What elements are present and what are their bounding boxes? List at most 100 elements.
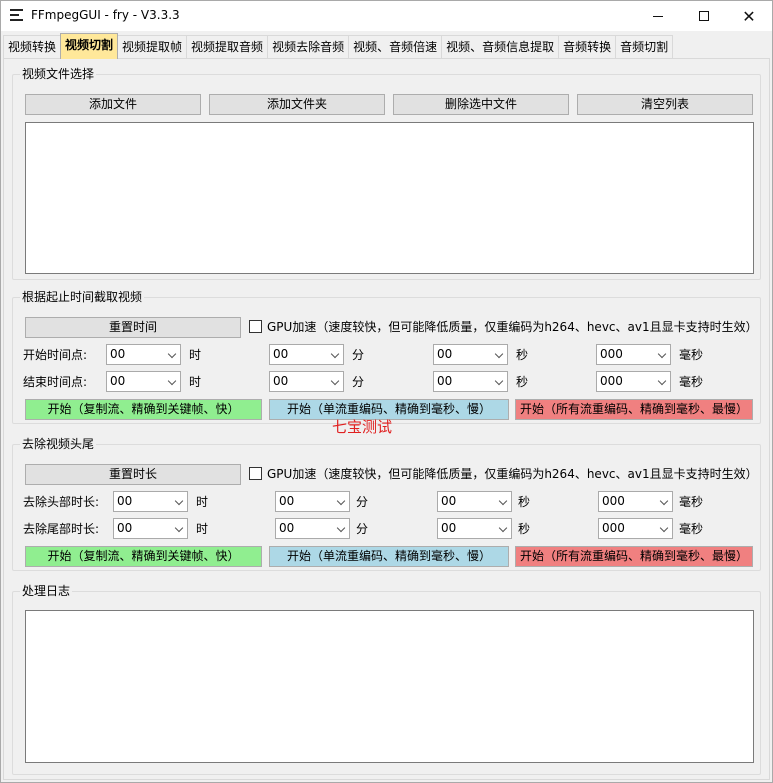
ms-unit-label: 毫秒 — [679, 522, 704, 536]
minute-unit-label: 分 — [356, 522, 369, 536]
chevron-down-icon — [498, 496, 508, 506]
minute-unit-label: 分 — [356, 495, 369, 509]
minute-unit-label: 分 — [352, 348, 365, 362]
watermark-text: 七宝测试 — [332, 418, 393, 436]
end-minute-select[interactable]: 00 — [269, 371, 344, 392]
head-ms-select[interactable]: 000 — [598, 491, 673, 512]
tab-audio-convert[interactable]: 音频转换 — [558, 35, 617, 59]
ms-unit-label: 毫秒 — [679, 495, 704, 509]
chevron-down-icon — [167, 349, 177, 359]
gpu-accel-checkbox[interactable] — [249, 467, 262, 480]
tail-ms-select[interactable]: 000 — [598, 518, 673, 539]
log-group-title: 处理日志 — [20, 583, 73, 599]
trim-start-single-reencode-button[interactable]: 开始（单流重编码、精确到毫秒、慢） — [269, 546, 509, 567]
tab-extract-audio[interactable]: 视频提取音频 — [186, 35, 269, 59]
chevron-down-icon — [336, 523, 346, 533]
head-trim-label: 去除头部时长: — [23, 495, 100, 509]
tab-video-cut[interactable]: 视频切割 — [60, 33, 119, 59]
tail-minute-select[interactable]: 00 — [275, 518, 350, 539]
tab-remove-audio[interactable]: 视频去除音频 — [267, 35, 350, 59]
trim-group-title: 去除视频头尾 — [20, 436, 97, 452]
add-file-button[interactable]: 添加文件 — [25, 94, 201, 115]
end-ms-select[interactable]: 000 — [596, 371, 671, 392]
end-second-select[interactable]: 00 — [433, 371, 508, 392]
chevron-down-icon — [657, 349, 667, 359]
gpu-accel-label: GPU加速（速度较快，但可能降低质量，仅重编码为h264、hevc、av1且显卡… — [267, 320, 758, 334]
hour-unit-label: 时 — [189, 375, 202, 389]
cut-group-title: 根据起止时间截取视频 — [20, 289, 145, 305]
maximize-icon — [699, 11, 709, 21]
second-unit-label: 秒 — [518, 495, 531, 509]
trim-start-copy-button[interactable]: 开始（复制流、精确到关键帧、快） — [25, 546, 262, 567]
second-unit-label: 秒 — [516, 375, 529, 389]
tab-page-video-cut: 视频文件选择 添加文件 添加文件夹 删除选中文件 清空列表 根据起止时间截取视频… — [3, 58, 770, 780]
chevron-down-icon — [330, 376, 340, 386]
cut-start-copy-button[interactable]: 开始（复制流、精确到关键帧、快） — [25, 399, 262, 420]
head-hour-select[interactable]: 00 — [113, 491, 188, 512]
minimize-button[interactable] — [635, 1, 681, 31]
gpu-accel-label: GPU加速（速度较快，但可能降低质量，仅重编码为h264、hevc、av1且显卡… — [267, 467, 758, 481]
trim-start-all-reencode-button[interactable]: 开始（所有流重编码、精确到毫秒、最慢） — [515, 546, 753, 567]
chevron-down-icon — [174, 523, 184, 533]
end-time-label: 结束时间点: — [23, 375, 88, 389]
chevron-down-icon — [494, 349, 504, 359]
reset-time-button[interactable]: 重置时间 — [25, 317, 241, 338]
chevron-down-icon — [174, 496, 184, 506]
clear-list-button[interactable]: 清空列表 — [577, 94, 753, 115]
maximize-button[interactable] — [681, 1, 727, 31]
trim-head-tail-group: 去除视频头尾 重置时长 GPU加速（速度较快，但可能降低质量，仅重编码为h264… — [12, 436, 761, 571]
tail-trim-label: 去除尾部时长: — [23, 522, 100, 536]
tail-hour-select[interactable]: 00 — [113, 518, 188, 539]
close-button[interactable]: ✕ — [726, 1, 772, 31]
ms-unit-label: 毫秒 — [679, 375, 704, 389]
hour-unit-label: 时 — [189, 348, 202, 362]
tab-audio-cut[interactable]: 音频切割 — [615, 35, 674, 59]
minimize-icon — [653, 15, 663, 17]
chevron-down-icon — [336, 496, 346, 506]
head-second-select[interactable]: 00 — [437, 491, 512, 512]
cut-start-single-reencode-button[interactable]: 开始（单流重编码、精确到毫秒、慢） — [269, 399, 509, 420]
reset-duration-button[interactable]: 重置时长 — [25, 464, 241, 485]
cut-start-all-reencode-button[interactable]: 开始（所有流重编码、精确到毫秒、最慢） — [515, 399, 753, 420]
chevron-down-icon — [494, 376, 504, 386]
chevron-down-icon — [659, 523, 669, 533]
chevron-down-icon — [167, 376, 177, 386]
head-minute-select[interactable]: 00 — [275, 491, 350, 512]
close-icon: ✕ — [742, 6, 756, 26]
process-log-textarea[interactable] — [25, 610, 754, 763]
start-time-label: 开始时间点: — [23, 348, 88, 362]
file-list[interactable] — [25, 122, 754, 274]
chevron-down-icon — [659, 496, 669, 506]
window-title: FFmpegGUI - fry - V3.3.3 — [31, 8, 180, 22]
title-bar: FFmpegGUI - fry - V3.3.3 ✕ — [1, 1, 772, 31]
tail-second-select[interactable]: 00 — [437, 518, 512, 539]
tab-speed[interactable]: 视频、音频倍速 — [348, 35, 443, 59]
cut-by-time-group: 根据起止时间截取视频 重置时间 GPU加速（速度较快，但可能降低质量，仅重编码为… — [12, 289, 761, 424]
hour-unit-label: 时 — [196, 495, 209, 509]
add-folder-button[interactable]: 添加文件夹 — [209, 94, 385, 115]
chevron-down-icon — [657, 376, 667, 386]
chevron-down-icon — [330, 349, 340, 359]
start-ms-select[interactable]: 000 — [596, 344, 671, 365]
second-unit-label: 秒 — [518, 522, 531, 536]
file-select-group: 视频文件选择 添加文件 添加文件夹 删除选中文件 清空列表 — [12, 66, 761, 280]
tab-extract-frames[interactable]: 视频提取帧 — [117, 35, 188, 59]
process-log-group: 处理日志 — [12, 583, 761, 775]
delete-selected-button[interactable]: 删除选中文件 — [393, 94, 569, 115]
start-second-select[interactable]: 00 — [433, 344, 508, 365]
hour-unit-label: 时 — [196, 522, 209, 536]
start-hour-select[interactable]: 00 — [106, 344, 181, 365]
file-group-title: 视频文件选择 — [20, 66, 97, 82]
tab-media-info[interactable]: 视频、音频信息提取 — [441, 35, 560, 59]
tab-strip: 视频转换 视频切割 视频提取帧 视频提取音频 视频去除音频 视频、音频倍速 视频… — [3, 33, 674, 59]
gpu-accel-checkbox[interactable] — [249, 320, 262, 333]
chevron-down-icon — [498, 523, 508, 533]
start-minute-select[interactable]: 00 — [269, 344, 344, 365]
minute-unit-label: 分 — [352, 375, 365, 389]
app-window: FFmpegGUI - fry - V3.3.3 ✕ 视频转换 视频切割 视频提… — [0, 0, 773, 783]
app-menu-icon[interactable] — [10, 9, 23, 21]
second-unit-label: 秒 — [516, 348, 529, 362]
tab-video-convert[interactable]: 视频转换 — [3, 35, 62, 59]
ms-unit-label: 毫秒 — [679, 348, 704, 362]
end-hour-select[interactable]: 00 — [106, 371, 181, 392]
